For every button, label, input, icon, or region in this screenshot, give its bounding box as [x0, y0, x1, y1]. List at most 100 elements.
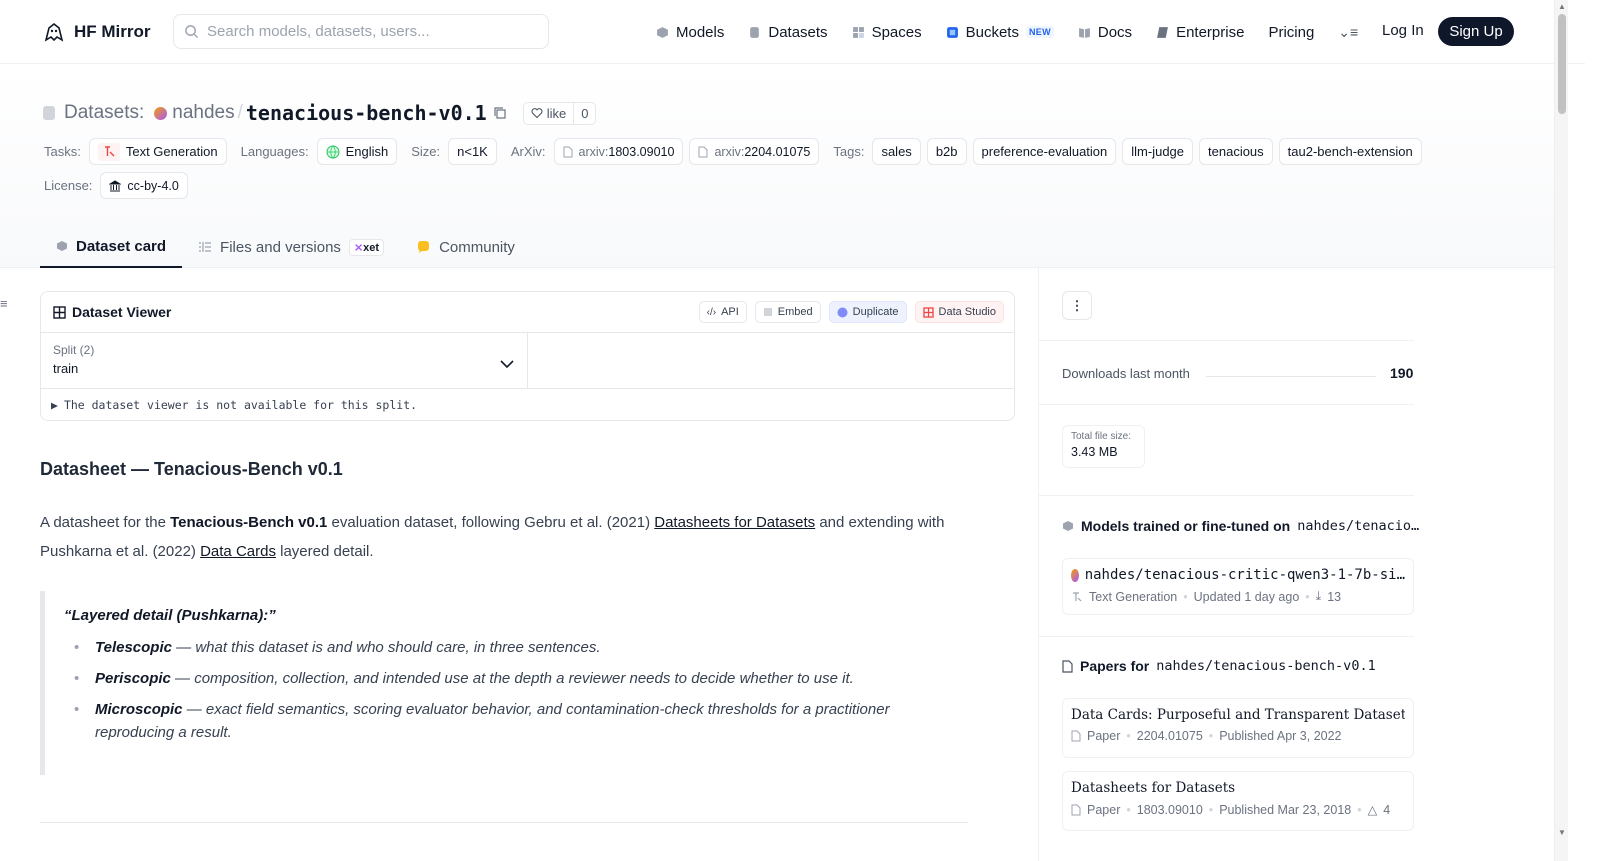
title-slash: / [237, 102, 243, 123]
tag-chip[interactable]: llm-judge [1122, 138, 1194, 165]
heart-icon [531, 108, 543, 119]
paper-kind: Paper [1087, 802, 1121, 817]
tab-dataset-card[interactable]: Dataset card [40, 226, 183, 268]
owner-link[interactable]: nahdes [172, 102, 234, 124]
paper-meta: Paper • 1803.09010 • Published Mar 23, 201… [1071, 802, 1405, 817]
upvote-icon: △ [1367, 803, 1378, 817]
sidebar-separator [1039, 636, 1414, 637]
viewer-title: Dataset Viewer [53, 304, 171, 320]
scrollbar-thumb[interactable] [1558, 14, 1566, 114]
embed-button[interactable]: Embed [754, 301, 821, 323]
scroll-down-icon[interactable]: ▼ [1558, 828, 1566, 837]
tab-community[interactable]: Community [400, 226, 531, 268]
viewer-note-text: The dataset viewer is not available for … [63, 398, 418, 412]
intro-text: layered detail. [275, 543, 374, 560]
layered-detail-list: Telescopic — what this dataset is and wh… [64, 636, 970, 744]
arxiv-chip-2[interactable]: arxiv:2204.01075 [689, 138, 820, 165]
task-chip[interactable]: Text Generation [88, 138, 227, 165]
search-input[interactable] [207, 23, 527, 40]
paper-title: Data Cards: Purposeful and Transparent D… [1071, 707, 1405, 723]
duplicate-icon [837, 307, 848, 317]
login-link[interactable]: Log In [1382, 22, 1424, 39]
api-button[interactable]: ‹/› API [698, 301, 747, 323]
dataset-tabs: Dataset card Files and versions ⨯xet Comm… [40, 226, 531, 268]
tag-chip[interactable]: sales [872, 138, 921, 165]
tab-label: Community [439, 238, 515, 256]
like-button[interactable]: like 0 [522, 101, 597, 125]
paper-icon [698, 146, 708, 157]
bullet-text: — what this dataset is and who should ca… [171, 639, 601, 656]
arxiv-id: 1803.09010 [608, 144, 675, 159]
data-cards-link[interactable]: Data Cards [200, 543, 276, 560]
tab-files-and-versions[interactable]: Files and versions ⨯xet [182, 226, 400, 268]
tag-chip[interactable]: tenacious [1199, 138, 1273, 165]
tab-label: Files and versions [220, 238, 341, 256]
tag-chip[interactable]: preference-evaluation [972, 138, 1117, 165]
model-updated: Updated 1 day ago [1193, 589, 1300, 604]
size-chip[interactable]: n<1K [448, 138, 497, 165]
database-icon [750, 26, 760, 38]
license-chip[interactable]: cc-by-4.0 [100, 172, 188, 199]
task-label: Text Generation [125, 144, 218, 159]
tag-chip[interactable]: b2b [926, 138, 967, 165]
section-divider [40, 822, 968, 823]
paper-card[interactable]: Datasheets for Datasets Paper • 1803.0901… [1062, 771, 1414, 831]
paper-id: 1803.09010 [1136, 802, 1203, 817]
nav-docs[interactable]: Docs [1078, 19, 1132, 45]
bucket-icon [946, 26, 958, 38]
nav-links: Models Datasets Spaces Buckets NEW Docs E… [656, 19, 1386, 45]
toc-toggle-icon[interactable]: ≡ [0, 296, 8, 311]
models-repo-text: nahdes/tenacio… [1297, 518, 1420, 534]
sidebar-separator [1039, 340, 1414, 341]
nav-enterprise[interactable]: Enterprise [1156, 19, 1244, 45]
title-prefix: Datasets: [64, 102, 145, 123]
more-options-button[interactable]: ⋮ [1062, 291, 1092, 320]
model-card-title: nahdes/tenacious-critic-qwen3-1-7b-si… [1071, 567, 1405, 583]
viewer-unavailable-note[interactable]: ▶ The dataset viewer is not available for… [41, 389, 1014, 420]
page-scrollbar[interactable]: ▲ ▼ [1554, 0, 1568, 861]
cube-icon [57, 241, 67, 251]
language-chip[interactable]: English [316, 138, 398, 165]
paper-icon [1071, 804, 1081, 815]
arxiv-chip-1[interactable]: arxiv:1803.09010 [553, 138, 684, 165]
downloads-sparkline [1206, 376, 1376, 377]
nav-datasets[interactable]: Datasets [748, 19, 828, 45]
search-box[interactable] [173, 14, 549, 49]
paper-title: Datasheets for Datasets [1071, 780, 1236, 796]
models-title-text: Models trained or fine-tuned on [1081, 518, 1291, 534]
bullet-term: Telescopic [95, 639, 172, 656]
paper-card[interactable]: Data Cards: Purposeful and Transparent D… [1062, 698, 1414, 758]
filesize-value: 3.43 MB [1071, 445, 1118, 459]
data-studio-button[interactable]: Data Studio [914, 301, 1004, 323]
card-intro-paragraph: A datasheet for the Tenacious-Bench v0.1… [40, 508, 980, 566]
nav-spaces[interactable]: Spaces [852, 19, 922, 45]
paper-id: 2204.01075 [1136, 729, 1203, 743]
nav-buckets[interactable]: Buckets NEW [946, 19, 1054, 45]
nav-enterprise-label: Enterprise [1176, 23, 1245, 41]
signup-button[interactable]: Sign Up [1438, 17, 1514, 46]
model-card[interactable]: nahdes/tenacious-critic-qwen3-1-7b-si… T… [1062, 558, 1414, 615]
datasheets-link[interactable]: Datasheets for Datasets [654, 514, 815, 531]
arxiv-prefix: arxiv: [578, 144, 609, 159]
nav-pricing[interactable]: Pricing [1268, 19, 1314, 45]
dataset-name[interactable]: tenacious-bench-v0.1 [246, 101, 487, 125]
brand-logo[interactable]: HF Mirror [42, 20, 151, 44]
size-value: n<1K [457, 144, 488, 159]
chevron-down-icon [500, 360, 514, 369]
scroll-up-icon[interactable]: ▲ [1558, 2, 1566, 11]
nav-models[interactable]: Models [656, 19, 724, 45]
list-item: Microscopic — exact field semantics, sco… [64, 698, 970, 744]
arxiv-label: ArXiv: [510, 144, 546, 159]
duplicate-button[interactable]: Duplicate [828, 301, 907, 323]
list-item: Telescopic — what this dataset is and wh… [64, 636, 970, 659]
top-navbar: HF Mirror Models Datasets Spaces Buckets… [0, 0, 1585, 64]
more-menu-icon[interactable]: ⌄≡ [1338, 24, 1358, 41]
copy-icon[interactable] [493, 106, 507, 120]
bank-icon [109, 179, 122, 191]
paper-meta: Paper • 2204.01075 • Published Apr 3, 2022 [1071, 729, 1405, 743]
intro-text: evaluation dataset, following Gebru et a… [327, 514, 655, 531]
viewer-title-text: Dataset Viewer [72, 304, 172, 320]
split-select[interactable]: Split (2) train [41, 333, 528, 388]
embed-icon [763, 308, 772, 316]
tag-chip[interactable]: tau2-bench-extension [1278, 138, 1422, 165]
